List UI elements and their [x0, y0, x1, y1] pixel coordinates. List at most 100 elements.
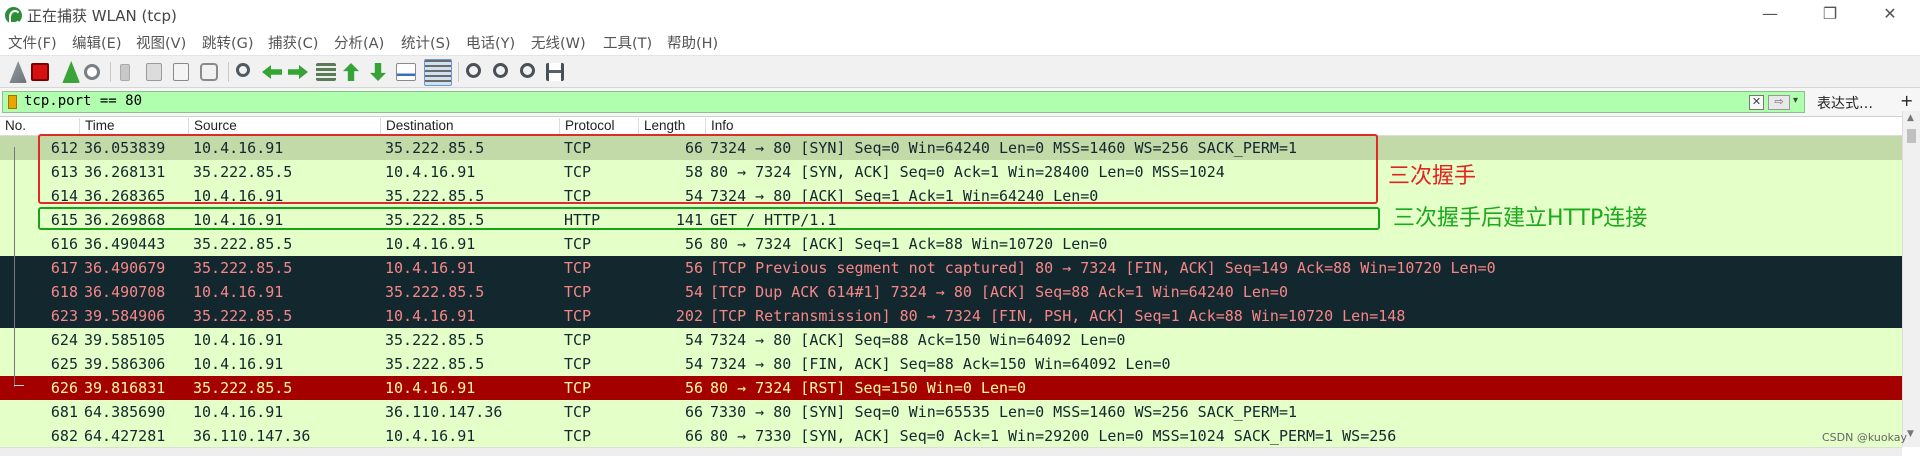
packet-cell-no: 618 [50, 283, 78, 301]
menu-statistics[interactable]: 统计(S) [401, 32, 451, 53]
packet-cell-time: 64.427281 [84, 427, 166, 445]
packet-cell-no: 681 [50, 403, 78, 421]
packet-cell-info: 7330 → 80 [SYN] Seq=0 Win=65535 Len=0 MS… [710, 403, 1297, 421]
packet-cell-len: 66 [684, 139, 703, 157]
packet-row[interactable]: 626 39.816831 35.222.85.5 10.4.16.91 TCP 56 80… [0, 376, 1902, 400]
filter-text[interactable]: tcp.port == 80 [24, 93, 142, 109]
packet-row[interactable]: 625 39.586306 10.4.16.91 35.222.85.5 TCP 54 73… [0, 352, 1902, 376]
close-file-icon[interactable] [173, 63, 189, 81]
http-annotation: 三次握手后建立HTTP连接 [1393, 206, 1648, 231]
menu-edit[interactable]: 编辑(E) [72, 32, 121, 53]
packet-cell-no: 614 [50, 187, 78, 205]
menu-tools[interactable]: 工具(T) [603, 32, 652, 53]
shark-fin-start-icon[interactable] [9, 61, 27, 83]
packet-cell-src: 10.4.16.91 [193, 355, 284, 373]
packet-row[interactable]: 618 36.490708 10.4.16.91 35.222.85.5 TCP 54 [T… [0, 280, 1902, 304]
packet-row[interactable]: 613 36.268131 35.222.85.5 10.4.16.91 TCP 58 80… [0, 160, 1902, 184]
scroll-thumb[interactable] [1907, 129, 1916, 143]
packet-cell-time: 39.585105 [84, 331, 166, 349]
packet-cell-src: 10.4.16.91 [193, 139, 284, 157]
resize-columns-icon[interactable] [546, 63, 564, 81]
menu-analyze[interactable]: 分析(A) [334, 32, 384, 53]
packet-cell-proto: TCP [564, 163, 592, 181]
column-header-source[interactable]: Source [189, 118, 381, 136]
go-to-packet-icon[interactable] [316, 63, 336, 81]
packet-cell-info: 80 → 7324 [SYN, ACK] Seq=0 Ack=1 Win=284… [710, 163, 1225, 181]
zoom-out-icon[interactable] [493, 63, 508, 78]
close-button[interactable]: ✕ [1860, 0, 1920, 30]
colorize-icon[interactable] [424, 59, 452, 86]
maximize-button[interactable]: ❐ [1800, 0, 1860, 30]
packet-cell-len: 56 [684, 379, 703, 397]
column-header-destination[interactable]: Destination [381, 118, 560, 136]
find-packet-icon[interactable] [236, 63, 250, 77]
packet-cell-src: 35.222.85.5 [193, 163, 293, 181]
menu-go[interactable]: 跳转(G) [202, 32, 254, 53]
autoscroll-icon[interactable] [396, 63, 416, 81]
packet-row[interactable]: 624 39.585105 10.4.16.91 35.222.85.5 TCP 54 73… [0, 328, 1902, 352]
menu-file[interactable]: 文件(F) [8, 32, 57, 53]
packet-cell-proto: TCP [564, 307, 592, 325]
packet-cell-time: 39.584906 [84, 307, 166, 325]
restart-capture-icon[interactable] [62, 61, 80, 83]
packet-cell-no: 682 [50, 427, 78, 445]
packet-cell-src: 36.110.147.36 [193, 427, 311, 445]
display-filter-bar: tcp.port == 80 ✕ ⇨ ▾ 表达式… + [0, 88, 1920, 117]
packet-cell-time: 36.490679 [84, 259, 166, 277]
scroll-up-icon[interactable]: ▲ [1907, 113, 1914, 123]
packet-cell-time: 39.586306 [84, 355, 166, 373]
window-title: 正在捕获 WLAN (tcp) [27, 7, 177, 25]
packet-cell-proto: TCP [564, 235, 592, 253]
go-forward-icon[interactable] [288, 65, 308, 79]
add-filter-button[interactable]: + [1900, 91, 1913, 110]
packet-cell-dst: 35.222.85.5 [385, 139, 485, 157]
scroll-down-icon[interactable]: ▼ [1907, 429, 1914, 439]
column-header-protocol[interactable]: Protocol [560, 118, 639, 136]
chevron-down-icon[interactable]: ▾ [1793, 95, 1803, 110]
packet-cell-src: 10.4.16.91 [193, 331, 284, 349]
packet-cell-proto: TCP [564, 427, 592, 445]
handshake-annotation: 三次握手 [1388, 164, 1477, 189]
display-filter-input[interactable]: tcp.port == 80 ✕ ⇨ ▾ [2, 91, 1805, 113]
go-first-icon[interactable] [343, 63, 359, 81]
column-header-time[interactable]: Time [80, 118, 189, 136]
go-back-icon[interactable] [262, 65, 282, 79]
packet-row[interactable]: 681 64.385690 10.4.16.91 36.110.147.36 TCP 66… [0, 400, 1902, 424]
packet-cell-proto: TCP [564, 139, 592, 157]
menu-telephony[interactable]: 电话(Y) [466, 32, 515, 53]
menu-view[interactable]: 视图(V) [136, 32, 186, 53]
packet-cell-info: 7324 → 80 [SYN] Seq=0 Win=64240 Len=0 MS… [710, 139, 1297, 157]
packet-cell-dst: 36.110.147.36 [385, 403, 503, 421]
minimize-button[interactable]: — [1740, 0, 1800, 30]
packet-row[interactable]: 623 39.584906 35.222.85.5 10.4.16.91 TCP 202 [… [0, 304, 1902, 328]
expression-button[interactable]: 表达式… [1817, 93, 1873, 113]
clear-filter-icon[interactable]: ✕ [1749, 95, 1764, 110]
packet-cell-proto: TCP [564, 355, 592, 373]
open-file-icon[interactable] [120, 64, 130, 81]
zoom-normal-icon[interactable] [520, 63, 535, 78]
menu-wireless[interactable]: 无线(W) [531, 32, 586, 53]
packet-row[interactable]: 616 36.490443 35.222.85.5 10.4.16.91 TCP 56 80… [0, 232, 1902, 256]
vertical-scrollbar[interactable]: ▲ ▼ [1902, 111, 1920, 447]
bookmark-icon[interactable] [8, 95, 17, 109]
menu-capture[interactable]: 捕获(C) [268, 32, 318, 53]
zoom-in-icon[interactable] [466, 63, 481, 78]
packet-cell-no: 623 [50, 307, 78, 325]
column-header-no[interactable]: No. [0, 118, 80, 136]
stop-capture-icon[interactable] [31, 63, 49, 81]
column-header-length[interactable]: Length [639, 118, 706, 136]
reload-file-icon[interactable] [200, 63, 218, 81]
packet-row[interactable]: 617 36.490679 35.222.85.5 10.4.16.91 TCP 56 [T… [0, 256, 1902, 280]
packet-row[interactable]: 612 36.053839 10.4.16.91 35.222.85.5 TCP 66 73… [0, 136, 1902, 160]
column-header-info[interactable]: Info [706, 118, 1902, 136]
packet-row[interactable]: 682 64.427281 36.110.147.36 10.4.16.91 TCP 66… [0, 424, 1902, 448]
horizontal-scrollbar[interactable] [0, 447, 1902, 456]
packet-cell-proto: TCP [564, 379, 592, 397]
packet-list-header: No. Time Source Destination Protocol Len… [0, 117, 1920, 136]
packet-cell-time: 36.490708 [84, 283, 166, 301]
go-last-icon[interactable] [370, 63, 386, 81]
apply-filter-icon[interactable]: ⇨ [1768, 95, 1790, 110]
save-file-icon[interactable] [146, 63, 162, 81]
capture-options-icon[interactable] [84, 64, 100, 80]
menu-help[interactable]: 帮助(H) [667, 32, 718, 53]
